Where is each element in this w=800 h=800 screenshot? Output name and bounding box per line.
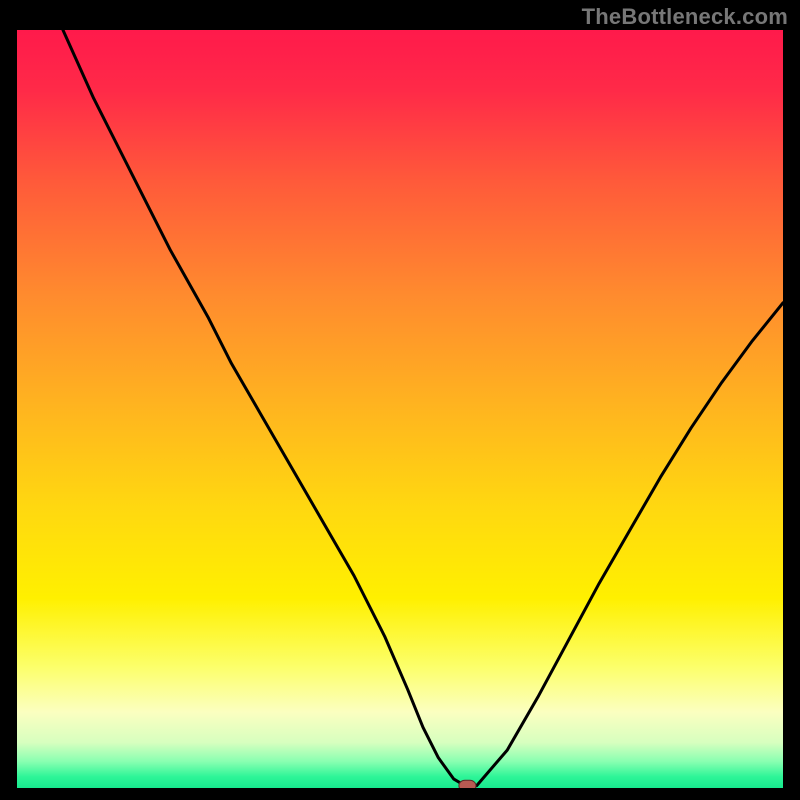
chart-frame: TheBottleneck.com xyxy=(0,0,800,800)
plot-svg xyxy=(17,30,783,788)
optimal-marker xyxy=(459,780,476,788)
plot-area xyxy=(17,30,783,788)
watermark-text: TheBottleneck.com xyxy=(582,4,788,30)
